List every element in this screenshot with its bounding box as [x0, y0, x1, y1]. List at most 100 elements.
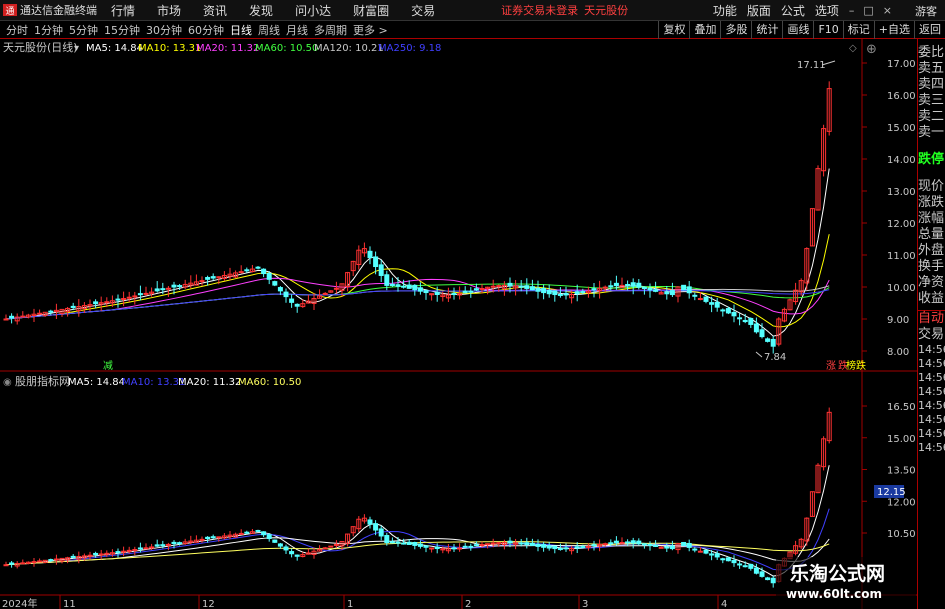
side-turnover: 换手	[918, 259, 945, 274]
back-button[interactable]: 返回	[914, 21, 945, 39]
tab-monthly[interactable]: 月线	[286, 22, 308, 38]
login-warning[interactable]: 证券交易未登录	[501, 2, 578, 18]
candle-body	[244, 531, 250, 534]
candle-body	[479, 287, 485, 290]
side-trade[interactable]: 交易	[918, 327, 945, 343]
candle-body	[641, 286, 647, 290]
indicator-settings-icon[interactable]: ◉	[3, 377, 12, 388]
candle-body	[630, 540, 636, 544]
overlay-button[interactable]: 叠加	[689, 21, 720, 39]
candle-body	[462, 290, 468, 294]
candle-body	[160, 544, 166, 547]
stock-label[interactable]: 天元股份(日线)	[3, 40, 78, 54]
candle-body	[473, 544, 479, 547]
candle-body	[703, 296, 709, 302]
tab-60min[interactable]: 60分钟	[188, 22, 224, 38]
tab-more[interactable]: 更多 >	[353, 22, 388, 38]
side-ask2: 卖二	[918, 109, 945, 124]
diamond-icon[interactable]: ◇	[849, 43, 857, 54]
mark-button[interactable]: 标记	[842, 21, 874, 39]
candle-body	[199, 538, 205, 541]
tab-weekly[interactable]: 周线	[258, 22, 280, 38]
candle-body	[546, 289, 552, 295]
legend-ma250: MA250: 9.18	[378, 43, 441, 54]
candle-body	[373, 256, 379, 268]
watermark: 乐淘公式网 www.60lt.com	[776, 557, 916, 609]
minimize-icon[interactable]: –	[849, 4, 855, 17]
tab-5min[interactable]: 5分钟	[69, 22, 98, 38]
candle-body	[473, 288, 479, 291]
menu-layout[interactable]: 版面	[747, 2, 771, 19]
max-price-label: 17.11	[797, 60, 826, 71]
side-time: 14:56	[918, 427, 945, 440]
kline-chart[interactable]: 天元股份(日线) ▾ MA5: 14.84 MA10: 13.31 MA20: …	[0, 39, 945, 609]
menu-market[interactable]: 市场	[157, 2, 181, 19]
f10-button[interactable]: F10	[813, 21, 842, 39]
menu-trade[interactable]: 交易	[411, 2, 435, 19]
multi-stock-button[interactable]: 多股	[720, 21, 751, 39]
candle-body	[524, 285, 530, 289]
side-outer: 外盘	[918, 243, 945, 258]
settings-icon[interactable]: ⊕	[866, 42, 877, 57]
menu-ask[interactable]: 问小达	[295, 2, 331, 19]
indicator-label[interactable]: 股朋指标网	[15, 374, 70, 388]
candle-body	[681, 541, 687, 546]
tab-daily[interactable]: 日线	[230, 22, 252, 38]
candle-body	[669, 290, 675, 296]
candle-body	[238, 532, 244, 535]
candle-body	[434, 291, 440, 295]
candle-body	[238, 271, 244, 274]
statistics-button[interactable]: 统计	[751, 21, 782, 39]
candle-body	[417, 543, 423, 547]
add-watchlist-button[interactable]: +自选	[873, 21, 914, 39]
restore-rights-button[interactable]: 复权	[658, 21, 689, 39]
candle-body	[574, 546, 580, 549]
candle-body	[384, 274, 390, 286]
tab-multi-period[interactable]: 多周期	[314, 22, 347, 38]
side-auto[interactable]: 自动	[918, 311, 945, 327]
menu-discover[interactable]: 发现	[249, 2, 273, 19]
candle-body	[457, 547, 463, 550]
draw-line-button[interactable]: 画线	[782, 21, 813, 39]
menu-news[interactable]: 资讯	[203, 2, 227, 19]
tab-1min[interactable]: 1分钟	[34, 22, 63, 38]
lower-legend-ma5: MA5: 14.84	[68, 377, 125, 388]
candle-body	[132, 549, 138, 552]
candle-body	[653, 544, 659, 547]
candle-body	[423, 545, 429, 548]
candle-body	[165, 287, 171, 290]
candle-body	[272, 539, 278, 543]
maximize-icon[interactable]: □	[863, 4, 873, 17]
lower-legend: ◉ 股朋指标网 MA5: 14.84 MA10: 13.31 MA20: 11.…	[3, 374, 301, 388]
min-price-label: 7.84	[764, 352, 786, 363]
close-icon[interactable]: ×	[883, 4, 892, 17]
tab-intraday[interactable]: 分时	[6, 22, 28, 38]
candle-body	[557, 548, 563, 551]
watermark-title: 乐淘公式网	[790, 563, 886, 585]
menu-formula[interactable]: 公式	[781, 2, 805, 19]
side-time: 14:56	[918, 357, 945, 370]
tab-15min[interactable]: 15分钟	[104, 22, 140, 38]
guest-label[interactable]: 游客	[915, 3, 937, 19]
candle-body	[322, 292, 328, 295]
candle-body	[748, 317, 754, 325]
candle-body	[585, 545, 591, 548]
candle-body	[546, 545, 552, 549]
tab-30min[interactable]: 30分钟	[146, 22, 182, 38]
candle-body	[625, 541, 631, 544]
candle-body	[395, 541, 401, 544]
watermark-url: www.60lt.com	[786, 587, 883, 601]
candle-body	[137, 547, 143, 550]
candle-body	[137, 293, 143, 296]
candle-body	[37, 312, 43, 315]
menu-quotes[interactable]: 行情	[111, 2, 135, 19]
legend-toggle-icon[interactable]: ▾	[74, 43, 79, 54]
x-label-nov: 11	[63, 599, 76, 609]
candle-body	[104, 301, 110, 304]
period-bar: 分时 1分钟 5分钟 15分钟 30分钟 60分钟 日线 周线 月线 多周期 更…	[0, 21, 945, 39]
menu-function[interactable]: 功能	[713, 2, 737, 19]
menu-options[interactable]: 选项	[815, 2, 839, 19]
candle-body	[490, 542, 496, 545]
candle-body	[378, 528, 384, 537]
menu-wealth-circle[interactable]: 财富圈	[353, 2, 389, 19]
